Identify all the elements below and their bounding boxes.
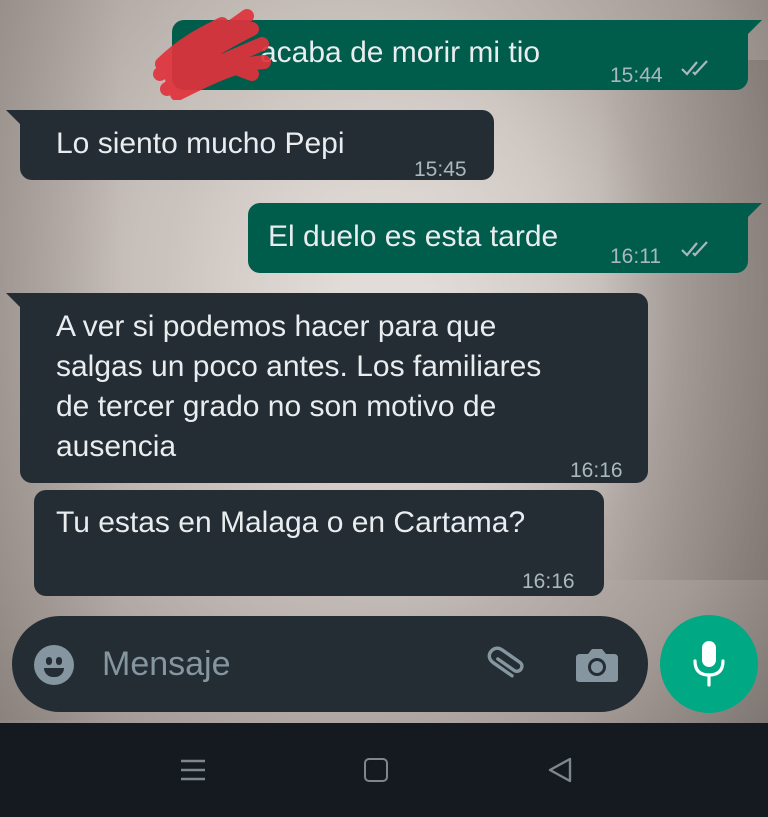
message-time: 16:16 [522,570,575,593]
message-text: El duelo es esta tarde [268,220,559,253]
message-text: acaba de morir mi tio [260,36,541,69]
bubble-tail [746,20,762,36]
message-composer[interactable]: Mensaje [12,616,648,712]
emoji-mouth [44,668,64,677]
message-bubble-incoming[interactable]: A ver si podemos hacer para que salgas u… [6,293,648,483]
message-text: Tu estas en Malaga o en Cartama? [56,506,526,539]
paperclip-icon[interactable] [480,641,528,689]
microphone-button[interactable] [660,615,758,713]
message-time: 16:11 [610,245,661,268]
system-navigation-bar [0,723,768,817]
bubble-tail [6,293,22,309]
back-icon[interactable] [546,756,574,784]
message-text: Lo siento mucho Pepi [56,127,345,160]
bubble-tail [6,110,22,126]
bubble-tail [746,203,762,219]
message-text: A ver si podemos hacer para que salgas u… [56,310,542,463]
emoji-icon[interactable] [34,645,74,685]
microphone-icon [693,641,725,687]
message-time: 15:45 [414,158,467,181]
message-bubble-incoming[interactable]: Lo siento mucho Pepi 15:45 [6,110,494,181]
message-bubble-incoming[interactable]: Tu estas en Malaga o en Cartama? 16:16 [34,490,604,596]
redaction-scribble [153,9,271,100]
message-input[interactable]: Mensaje [102,640,462,688]
message-bubble-outgoing[interactable]: El duelo es esta tarde 16:11 [248,203,762,273]
message-time: 16:16 [570,459,623,482]
double-check-icon [681,60,708,76]
menu-icon[interactable] [180,758,206,782]
message-time: 15:44 [610,64,663,87]
double-check-icon [681,241,708,257]
home-icon[interactable] [364,758,388,782]
camera-icon[interactable] [574,646,620,684]
